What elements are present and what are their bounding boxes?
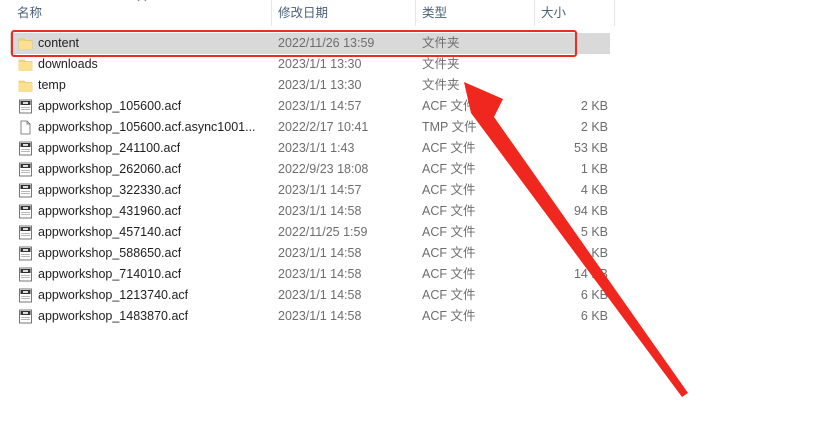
sort-ascending-icon [137,0,147,2]
acf-file-icon [18,225,33,240]
column-divider[interactable] [534,0,535,26]
file-type: ACF 文件 [422,183,476,197]
file-row[interactable]: appworkshop_322330.acf 2023/1/1 14:57 ACF … [0,180,616,201]
file-type: 文件夹 [422,78,460,92]
file-row[interactable]: temp 2023/1/1 13:30 文件夹 [0,75,616,96]
file-row[interactable]: appworkshop_241100.acf 2023/1/1 1:43 ACF 文… [0,138,616,159]
file-row[interactable]: appworkshop_1483870.acf 2023/1/1 14:58 ACF… [0,306,616,327]
file-type: 文件夹 [422,36,460,50]
file-row[interactable]: appworkshop_588650.acf 2023/1/1 14:58 ACF … [0,243,616,264]
file-row[interactable]: downloads 2023/1/1 13:30 文件夹 [0,54,616,75]
file-row[interactable]: appworkshop_105600.acf 2023/1/1 14:57 ACF … [0,96,616,117]
file-size: 1 KB [580,162,608,176]
file-type: 文件夹 [422,57,460,71]
acf-file-icon [18,246,33,261]
file-type: ACF 文件 [422,225,476,239]
file-type: ACF 文件 [422,204,476,218]
file-date: 2022/9/23 18:08 [278,162,369,176]
file-size: 53 KB [573,141,608,155]
folder-icon [18,57,33,72]
file-type: ACF 文件 [422,288,476,302]
file-size [540,54,608,75]
column-type-header[interactable]: 类型 [422,0,447,26]
file-name: appworkshop_1483870.acf [38,309,189,323]
column-divider[interactable] [415,0,416,26]
acf-file-icon [18,309,33,324]
file-date: 2023/1/1 14:57 [278,183,362,197]
folder-icon [18,36,33,51]
file-date: 2023/1/1 14:57 [278,99,362,113]
file-name: appworkshop_241100.acf [38,141,181,155]
acf-file-icon [18,162,33,177]
file-date: 2023/1/1 13:30 [278,57,362,71]
file-size [540,33,608,54]
column-size-header[interactable]: 大小 [541,0,566,26]
file-size: 5 KB [580,225,608,239]
file-date: 2022/11/26 13:59 [278,36,375,50]
acf-file-icon [18,288,33,303]
file-type: ACF 文件 [422,141,476,155]
file-row[interactable]: appworkshop_457140.acf 2022/11/25 1:59 ACF… [0,222,616,243]
file-name: appworkshop_457140.acf [38,225,182,239]
file-date: 2023/1/1 14:58 [278,267,362,281]
file-name: appworkshop_588650.acf [38,246,182,260]
file-date: 2023/1/1 13:30 [278,78,362,92]
file-size: 94 KB [573,204,608,218]
file-name: content [38,36,80,50]
column-date-header[interactable]: 修改日期 [278,0,328,26]
file-size: 6 KB [580,309,608,323]
file-name: appworkshop_105600.acf.async1001... [38,120,256,134]
file-row[interactable]: appworkshop_714010.acf 2023/1/1 14:58 ACF … [0,264,616,285]
file-date: 2022/2/17 10:41 [278,120,369,134]
file-size: 2 KB [580,120,608,134]
file-name: appworkshop_1213740.acf [38,288,189,302]
file-row[interactable]: content 2022/11/26 13:59 文件夹 [10,33,610,54]
acf-file-icon [18,141,33,156]
column-header: 名称 修改日期 类型 大小 [0,0,616,26]
file-date: 2023/1/1 14:58 [278,288,362,302]
file-row[interactable]: appworkshop_431960.acf 2023/1/1 14:58 ACF … [0,201,616,222]
file-date: 2023/1/1 14:58 [278,246,362,260]
file-type: ACF 文件 [422,309,476,323]
file-size: 14 KB [573,267,608,281]
file-row[interactable]: appworkshop_1213740.acf 2023/1/1 14:58 ACF… [0,285,616,306]
file-type: ACF 文件 [422,267,476,281]
acf-file-icon [18,204,33,219]
file-size: 2 KB [580,99,608,113]
column-divider[interactable] [271,0,272,26]
file-date: 2022/11/25 1:59 [278,225,368,239]
acf-file-icon [18,183,33,198]
column-name-header[interactable]: 名称 [17,0,42,26]
file-name: appworkshop_262060.acf [38,162,182,176]
file-size: 6 KB [580,288,608,302]
file-name: appworkshop_322330.acf [38,183,182,197]
file-name: appworkshop_714010.acf [38,267,182,281]
acf-file-icon [18,99,33,114]
file-name: appworkshop_105600.acf [38,99,182,113]
file-name: temp [38,78,66,92]
file-name: appworkshop_431960.acf [38,204,182,218]
file-type: ACF 文件 [422,246,476,260]
column-divider[interactable] [614,0,615,26]
acf-file-icon [18,267,33,282]
file-size: 2 KB [580,246,608,260]
file-name: downloads [38,57,98,71]
file-type: TMP 文件 [422,120,477,134]
file-row[interactable]: appworkshop_262060.acf 2022/9/23 18:08 ACF… [0,159,616,180]
file-type: ACF 文件 [422,162,476,176]
blank-file-icon [18,120,33,135]
folder-icon [18,78,33,93]
file-size [540,75,608,96]
file-date: 2023/1/1 14:58 [278,309,362,323]
file-size: 4 KB [580,183,608,197]
file-type: ACF 文件 [422,99,476,113]
file-date: 2023/1/1 1:43 [278,141,355,155]
file-date: 2023/1/1 14:58 [278,204,362,218]
file-row[interactable]: appworkshop_105600.acf.async1001... 2022/… [0,117,616,138]
